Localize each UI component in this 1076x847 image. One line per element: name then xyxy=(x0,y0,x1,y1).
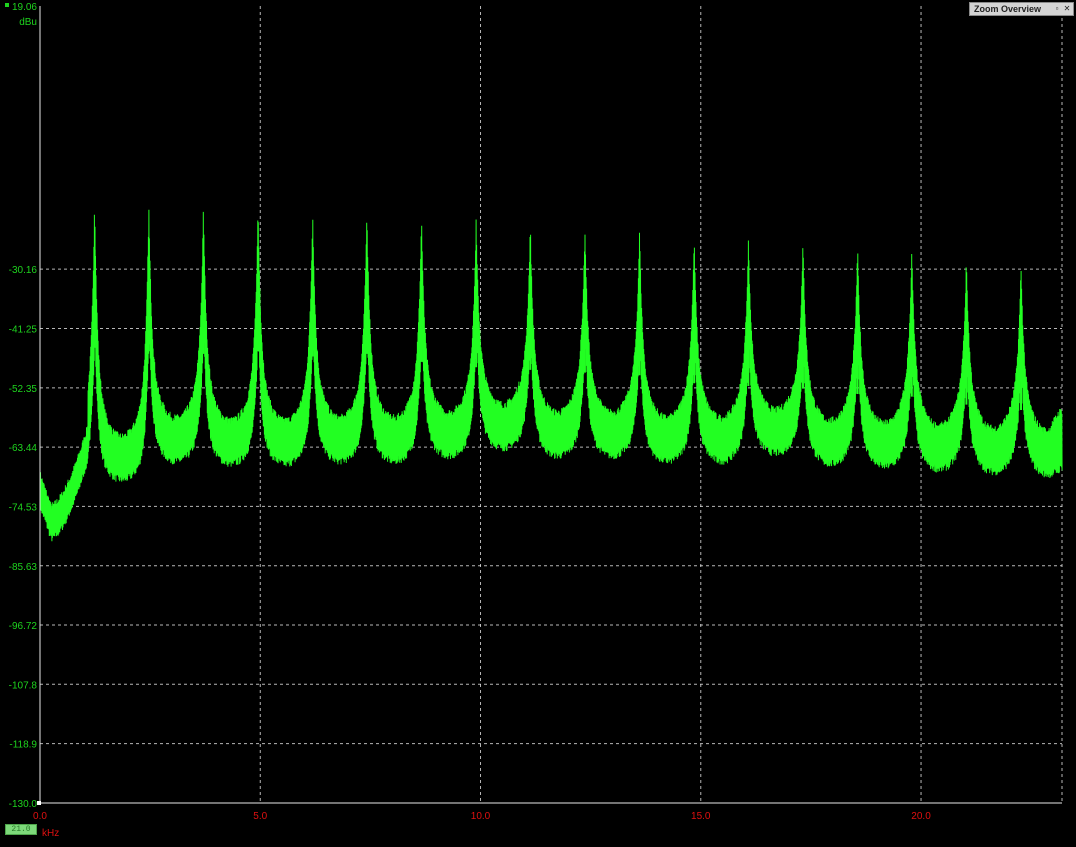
restore-icon[interactable]: ▫ xyxy=(1053,4,1061,14)
y-tick-label: -30.16 xyxy=(9,265,38,276)
x-tick-label: 20.0 xyxy=(911,811,931,822)
zoom-overview-panel[interactable]: Zoom Overview ▫ ✕ xyxy=(969,2,1074,16)
y-tick-label: -74.53 xyxy=(9,502,38,513)
x-tick-label: 10.0 xyxy=(471,811,491,822)
spectrum-plot[interactable]: 19.06 -30.16 -41.25 -52.35 -63.44 -74.53 -85.6… xyxy=(0,0,1076,842)
x-axis-unit: kHz xyxy=(42,828,59,839)
x-tick-label: 15.0 xyxy=(691,811,711,822)
chart-canvas[interactable]: 19.06 -30.16 -41.25 -52.35 -63.44 -74.53 -85.6… xyxy=(0,0,1076,842)
y-tick-label: -41.25 xyxy=(9,324,38,335)
y-tick-label: -85.63 xyxy=(9,562,38,573)
y-tick-label: -107.8 xyxy=(9,680,38,691)
y-tick-label: -52.35 xyxy=(9,384,38,395)
y-tick-label: -63.44 xyxy=(9,443,38,454)
x-tick-label: 0.0 xyxy=(33,811,47,822)
close-icon[interactable]: ✕ xyxy=(1063,4,1071,14)
y-tick-label: -96.72 xyxy=(9,621,38,632)
x-tick-label: 5.0 xyxy=(253,811,267,822)
status-chip: 21.0 xyxy=(5,824,37,835)
zoom-overview-title: Zoom Overview xyxy=(974,4,1042,14)
origin-marker xyxy=(37,801,41,805)
y-tick-label: 19.06 xyxy=(12,2,37,13)
y-axis-unit: dBu xyxy=(19,17,37,28)
top-marker xyxy=(5,3,9,7)
y-tick-label: -130.0 xyxy=(9,799,38,810)
y-tick-label: -118.9 xyxy=(9,740,37,751)
